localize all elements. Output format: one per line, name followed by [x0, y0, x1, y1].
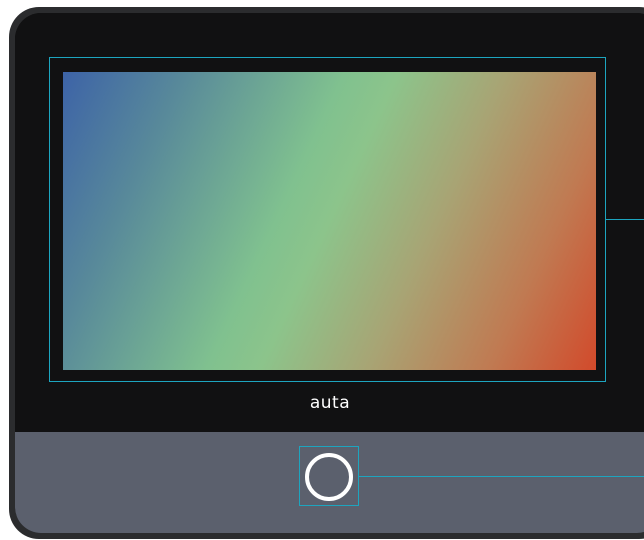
brand-label: auta: [309, 393, 351, 413]
stage: auta: [0, 0, 644, 540]
display-screen[interactable]: [63, 72, 596, 370]
home-button-callout-line: [359, 476, 644, 477]
home-button[interactable]: [305, 453, 353, 501]
screen-callout-line: [606, 219, 644, 220]
